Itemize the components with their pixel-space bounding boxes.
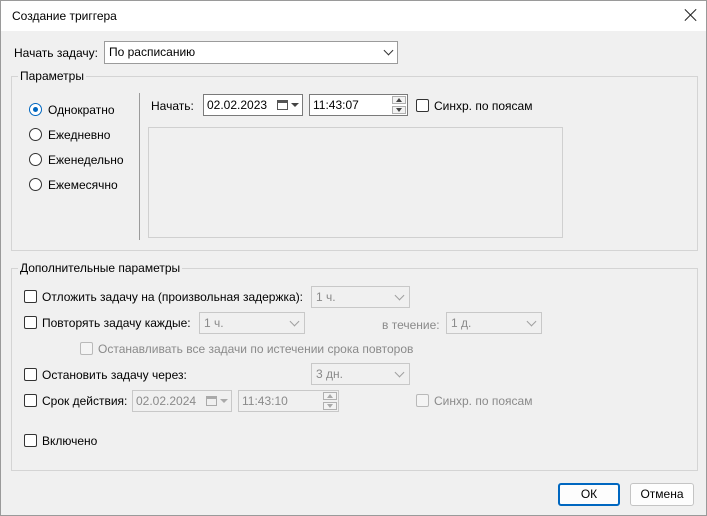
- divider: [139, 93, 140, 240]
- expire-date-picker[interactable]: 02.02.2024: [132, 390, 232, 412]
- repeat-select[interactable]: 1 ч.: [199, 312, 305, 334]
- start-task-label: Начать задачу:: [14, 46, 98, 60]
- radio-daily-label: Ежедневно: [48, 128, 111, 142]
- dropdown-arrow-icon: [291, 103, 299, 107]
- enabled-checkbox[interactable]: [24, 434, 37, 447]
- stop-all-label: Останавливать все задачи по истечении ср…: [98, 342, 414, 356]
- delay-select[interactable]: 1 ч.: [311, 286, 410, 308]
- radio-daily[interactable]: [29, 128, 42, 141]
- start-time-field[interactable]: 11:43:07: [309, 94, 408, 116]
- cancel-button[interactable]: Отмена: [630, 483, 694, 506]
- expire-time-field[interactable]: 11:43:10: [238, 390, 339, 412]
- close-icon[interactable]: [683, 7, 699, 23]
- radio-monthly[interactable]: [29, 178, 42, 191]
- trigger-dialog: Создание триггера Начать задачу: По расп…: [0, 0, 707, 516]
- stop-after-checkbox[interactable]: [24, 368, 37, 381]
- spin-down-icon[interactable]: [392, 106, 406, 114]
- dropdown-arrow-icon: [220, 399, 228, 403]
- start-task-value: По расписанию: [109, 45, 196, 59]
- calendar-icon: [277, 100, 288, 110]
- radio-once[interactable]: [29, 103, 42, 116]
- start-task-select[interactable]: По расписанию: [104, 41, 398, 64]
- sync-checkbox[interactable]: [416, 99, 429, 112]
- expire-sync-label: Синхр. по поясам: [434, 394, 533, 408]
- radio-monthly-label: Ежемесячно: [48, 178, 118, 192]
- enabled-label: Включено: [42, 434, 98, 448]
- duration-value: 1 д.: [451, 316, 472, 330]
- repeat-label: Повторять задачу каждые:: [42, 316, 191, 330]
- radio-weekly[interactable]: [29, 153, 42, 166]
- radio-once-label: Однократно: [48, 103, 115, 117]
- repeat-checkbox[interactable]: [24, 316, 37, 329]
- expire-sync-checkbox[interactable]: [416, 394, 429, 407]
- ok-button[interactable]: ОК: [558, 483, 620, 506]
- stop-after-select[interactable]: 3 дн.: [311, 363, 410, 385]
- expire-checkbox[interactable]: [24, 394, 37, 407]
- start-label: Начать:: [151, 99, 194, 113]
- calendar-icon: [206, 396, 217, 406]
- spin-up-icon[interactable]: [323, 392, 337, 400]
- stop-after-label: Остановить задачу через:: [42, 368, 187, 382]
- stop-after-value: 3 дн.: [316, 367, 343, 381]
- repeat-value: 1 ч.: [204, 316, 224, 330]
- sync-label: Синхр. по поясам: [434, 99, 533, 113]
- spin-up-icon[interactable]: [392, 96, 406, 104]
- duration-select[interactable]: 1 д.: [446, 312, 542, 334]
- start-date-value: 02.02.2023: [207, 98, 268, 112]
- chevron-down-icon: [394, 290, 405, 301]
- expire-date-value: 02.02.2024: [136, 394, 197, 408]
- radio-weekly-label: Еженедельно: [48, 153, 124, 167]
- schedule-details-panel: [148, 127, 563, 238]
- delay-checkbox[interactable]: [24, 290, 37, 303]
- params-group-label: Параметры: [18, 69, 86, 83]
- chevron-down-icon: [394, 367, 405, 378]
- spin-down-icon[interactable]: [323, 402, 337, 410]
- delay-label: Отложить задачу на (произвольная задержк…: [42, 290, 304, 304]
- start-time-value: 11:43:07: [313, 98, 359, 112]
- advanced-group-label: Дополнительные параметры: [18, 261, 183, 275]
- start-date-picker[interactable]: 02.02.2023: [203, 94, 303, 116]
- delay-value: 1 ч.: [316, 290, 336, 304]
- expire-label: Срок действия:: [42, 394, 128, 408]
- dialog-title: Создание триггера: [12, 9, 117, 23]
- chevron-down-icon: [526, 316, 537, 327]
- chevron-down-icon: [383, 45, 394, 56]
- duration-label: в течение:: [382, 318, 440, 332]
- expire-time-value: 11:43:10: [242, 394, 288, 408]
- chevron-down-icon: [289, 316, 300, 327]
- stop-all-checkbox[interactable]: [80, 342, 93, 355]
